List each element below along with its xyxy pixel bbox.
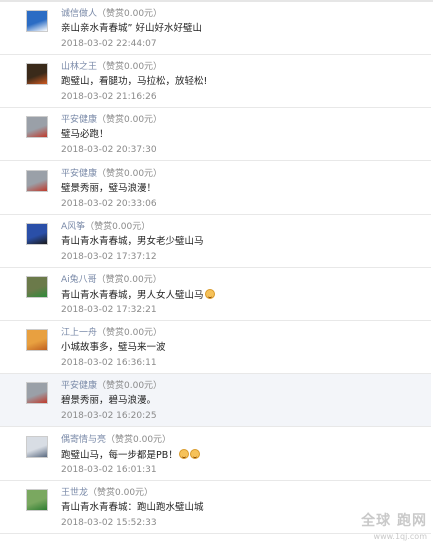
- reward-amount: （赞赏0.00元）: [97, 9, 163, 19]
- username-link[interactable]: Ai兔八哥: [61, 275, 97, 285]
- comment-row: 诚信做人（赞赏0.00元） 亲山亲水青春城” 好山好水好璧山 2018-03-02 …: [0, 2, 431, 55]
- user-line: 平安健康（赞赏0.00元）: [61, 381, 162, 392]
- comment-row: 平安健康（赞赏0.00元） 碧景秀丽，碧马浪漫。 2018-03-02 16:20:…: [0, 374, 431, 427]
- username-link[interactable]: A风筝: [61, 222, 85, 232]
- comment-text-content: 璧景秀丽，璧马浪漫！: [61, 183, 157, 194]
- watermark-logo: 全球 跑网 www.1qj.com: [361, 514, 427, 544]
- user-line: 诚信做人（赞赏0.00元）: [61, 9, 162, 20]
- reward-amount: （赞赏0.00元）: [96, 275, 162, 285]
- watermark-title: 全球 跑网: [361, 513, 427, 529]
- comment-timestamp: 2018-03-02 17:37:12: [61, 252, 157, 262]
- user-line: 山林之王（赞赏0.00元）: [61, 62, 162, 73]
- comment-text-content: 青山青水青春城：跑山跑水璧山城: [61, 502, 204, 513]
- comment-text-content: 碧景秀丽，碧马浪漫。: [61, 395, 157, 406]
- smile-emoji-icon: [178, 449, 189, 459]
- comment-timestamp: 2018-03-02 16:20:25: [61, 411, 157, 421]
- smile-emoji-icon: [204, 289, 215, 299]
- comment-text: 青山青水青春城：跑山跑水璧山城: [61, 502, 204, 514]
- user-line: 王世龙（赞赏0.00元）: [61, 488, 153, 499]
- comment-text: 青山青水青春城，男人女人璧山马: [61, 289, 215, 302]
- reward-amount: （赞赏0.00元）: [97, 328, 163, 338]
- reward-amount: （赞赏0.00元）: [106, 435, 172, 445]
- comment-row: 江上一舟（赞赏0.00元） 小城故事多，璧马来一波 2018-03-02 16:36…: [0, 321, 431, 374]
- comment-text-content: 跑璧山，看腿功，马拉松，放轻松!: [61, 76, 208, 87]
- comment-text-content: 璧马必跑！: [61, 129, 109, 140]
- comment-row: A风筝（赞赏0.00元） 青山青水青春城，男女老少璧山马 2018-03-02 17…: [0, 215, 431, 268]
- avatar[interactable]: [26, 436, 48, 458]
- comment-text-content: 跑璧山马，每一步都是PB！: [61, 450, 178, 461]
- comment-timestamp: 2018-03-02 16:01:31: [61, 465, 157, 475]
- reward-amount: （赞赏0.00元）: [97, 169, 163, 179]
- username-link[interactable]: 山林之王: [61, 62, 97, 72]
- user-line: 平安健康（赞赏0.00元）: [61, 115, 162, 126]
- comment-timestamp: 2018-03-02 20:33:06: [61, 199, 157, 209]
- comment-text: 璧景秀丽，璧马浪漫！: [61, 183, 156, 195]
- avatar[interactable]: [26, 329, 48, 351]
- user-line: 江上一舟（赞赏0.00元）: [61, 328, 162, 339]
- comment-text: 跑璧山，看腿功，马拉松，放轻松!: [61, 76, 207, 88]
- avatar[interactable]: [26, 10, 48, 32]
- username-link[interactable]: 平安健康: [61, 381, 97, 391]
- comment-timestamp: 2018-03-02 15:52:33: [61, 518, 157, 528]
- comment-text: 青山青水青春城，男女老少璧山马: [61, 236, 204, 248]
- comment-text: 小城故事多，璧马来一波: [61, 342, 166, 354]
- reward-amount: （赞赏0.00元）: [88, 488, 154, 498]
- reward-amount: （赞赏0.00元）: [97, 381, 163, 391]
- avatar[interactable]: [26, 170, 48, 192]
- avatar[interactable]: [26, 382, 48, 404]
- comment-text-content: 青山青水青春城，男人女人璧山马: [61, 290, 204, 301]
- user-line: A风筝（赞赏0.00元）: [61, 222, 150, 233]
- comment-timestamp: 2018-03-02 20:37:30: [61, 145, 157, 155]
- comment-timestamp: 2018-03-02 21:16:26: [61, 92, 157, 102]
- comment-timestamp: 2018-03-02 22:44:07: [61, 39, 157, 49]
- comment-text-content: 亲山亲水青春城” 好山好水好璧山: [61, 23, 202, 34]
- comment-text-content: 小城故事多，璧马来一波: [61, 342, 166, 353]
- comment-row: 山林之王（赞赏0.00元） 跑璧山，看腿功，马拉松，放轻松! 2018-03-02 …: [0, 55, 431, 108]
- username-link[interactable]: 平安健康: [61, 169, 97, 179]
- comment-text: 跑璧山马，每一步都是PB！: [61, 449, 200, 462]
- avatar[interactable]: [26, 276, 48, 298]
- comment-row: Ai兔八哥（赞赏0.00元） 青山青水青春城，男人女人璧山马 2018-03-02 …: [0, 268, 431, 321]
- comment-text-content: 青山青水青春城，男女老少璧山马: [61, 236, 204, 247]
- comment-text: 璧马必跑！: [61, 129, 109, 141]
- avatar[interactable]: [26, 489, 48, 511]
- avatar[interactable]: [26, 223, 48, 245]
- avatar[interactable]: [26, 63, 48, 85]
- comment-row: 偶寄情与亮（赞赏0.00元） 跑璧山马，每一步都是PB！ 2018-03-02 16…: [0, 428, 431, 481]
- user-line: Ai兔八哥（赞赏0.00元）: [61, 275, 162, 286]
- username-link[interactable]: 偶寄情与亮: [61, 435, 106, 445]
- comment-row: 平安健康（赞赏0.00元） 璧景秀丽，璧马浪漫！ 2018-03-02 20:33:…: [0, 162, 431, 215]
- username-link[interactable]: 平安健康: [61, 115, 97, 125]
- comment-text: 亲山亲水青春城” 好山好水好璧山: [61, 23, 202, 35]
- user-line: 偶寄情与亮（赞赏0.00元）: [61, 435, 171, 446]
- username-link[interactable]: 王世龙: [61, 488, 88, 498]
- username-link[interactable]: 江上一舟: [61, 328, 97, 338]
- comment-timestamp: 2018-03-02 16:36:11: [61, 358, 157, 368]
- reward-amount: （赞赏0.00元）: [85, 222, 151, 232]
- user-line: 平安健康（赞赏0.00元）: [61, 169, 162, 180]
- avatar[interactable]: [26, 116, 48, 138]
- watermark-url: www.1qj.com: [373, 532, 427, 541]
- reward-amount: （赞赏0.00元）: [97, 115, 163, 125]
- smile-emoji-icon: [189, 449, 200, 459]
- comment-row: 平安健康（赞赏0.00元） 璧马必跑！ 2018-03-02 20:37:30: [0, 108, 431, 161]
- comment-timestamp: 2018-03-02 17:32:21: [61, 305, 157, 315]
- reward-amount: （赞赏0.00元）: [97, 62, 163, 72]
- comment-text: 碧景秀丽，碧马浪漫。: [61, 395, 156, 407]
- username-link[interactable]: 诚信做人: [61, 9, 97, 19]
